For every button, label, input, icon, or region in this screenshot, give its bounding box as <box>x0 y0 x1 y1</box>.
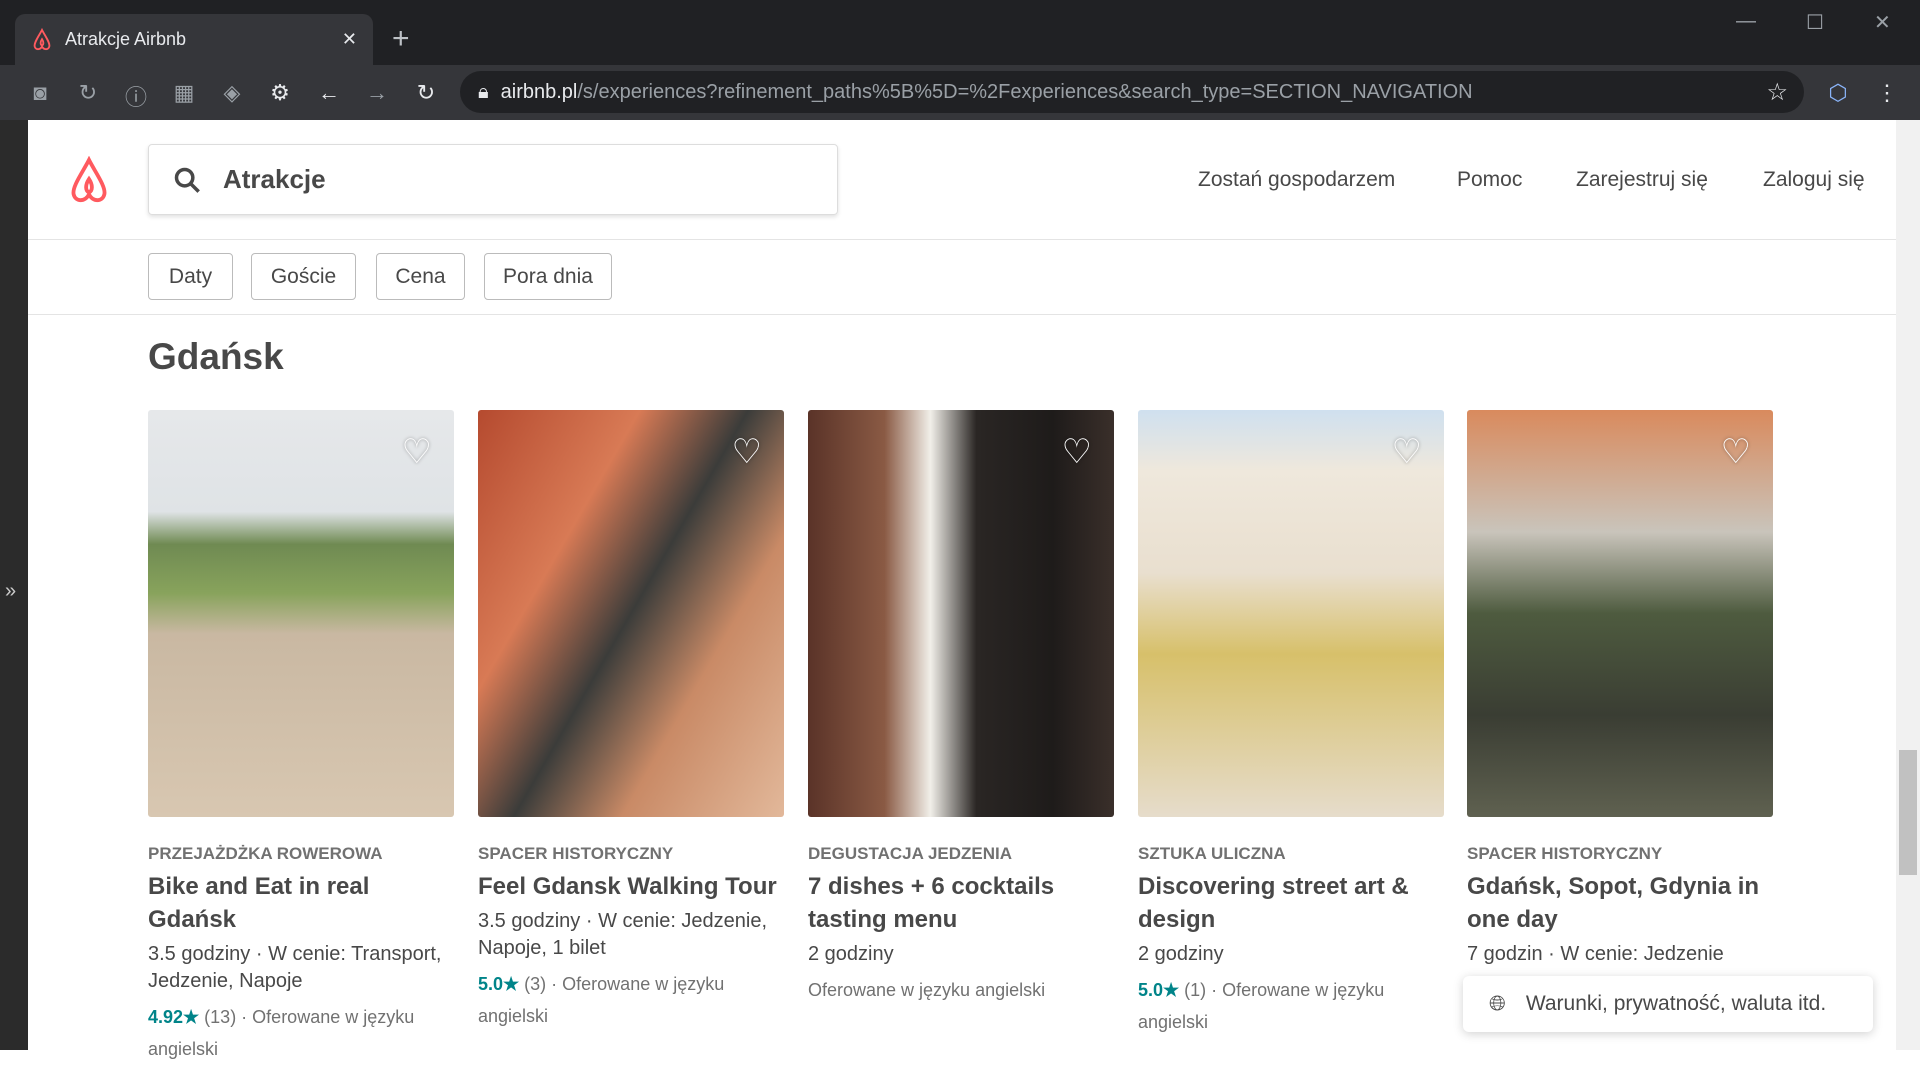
card-details: 3.5 godziny · W cenie: Jedzenie, Napoje,… <box>478 910 768 959</box>
globe-icon: 🌐︎ <box>1489 992 1506 1015</box>
bookmark-star-icon[interactable]: ☆ <box>1766 78 1788 107</box>
card-title[interactable]: Gdańsk, Sopot, Gdynia in one day <box>1467 870 1773 936</box>
card-details: 2 godziny <box>1138 943 1224 965</box>
scrollbar[interactable] <box>1896 120 1920 1050</box>
forward-icon[interactable]: → <box>364 80 390 106</box>
alert-icon[interactable]: ⓘ <box>123 80 149 112</box>
lock-icon: 🔒︎ <box>478 80 489 103</box>
card-category: SPACER HISTORYCZNY <box>478 844 674 863</box>
gear-icon[interactable]: ⚙ <box>267 80 293 106</box>
experience-card[interactable]: ♡ PRZEJAŻDŻKA ROWEROWA Bike and Eat in r… <box>148 410 454 1065</box>
search-input[interactable]: Atrakcje <box>148 144 838 215</box>
browser-tab[interactable]: Atrakcje Airbnb ✕ <box>15 14 373 65</box>
url-host: airbnb.pl <box>500 80 578 103</box>
card-category: SPACER HISTORYCZNY <box>1467 844 1663 863</box>
card-rating: 5.0★ <box>478 974 520 994</box>
back-icon[interactable]: ← <box>316 80 342 106</box>
close-tab-icon[interactable]: ✕ <box>342 29 357 50</box>
search-value: Atrakcje <box>223 164 326 194</box>
experience-photo[interactable]: ♡ <box>148 410 454 817</box>
card-rating-line: Oferowane w języku angielski <box>808 974 1114 1006</box>
maximize-icon[interactable]: ☐ <box>1806 10 1824 35</box>
experience-photo[interactable]: ♡ <box>478 410 784 817</box>
close-window-icon[interactable]: ✕ <box>1874 10 1891 35</box>
card-title[interactable]: Bike and Eat in real Gdańsk <box>148 870 454 936</box>
filter-price[interactable]: Cena <box>376 253 465 300</box>
card-title[interactable]: Feel Gdansk Walking Tour <box>478 870 784 903</box>
scrollbar-thumb[interactable] <box>1899 750 1917 875</box>
search-icon <box>174 167 200 193</box>
card-rating-line: 5.0★ (1) · Oferowane w języku angielski <box>1138 974 1444 1038</box>
heart-icon[interactable]: ♡ <box>1392 432 1422 472</box>
experience-photo[interactable]: ♡ <box>1138 410 1444 817</box>
airbnb-logo[interactable] <box>66 156 112 206</box>
nav-log-in[interactable]: Zaloguj się <box>1763 168 1865 192</box>
experience-card[interactable]: ♡ SZTUKA ULICZNA Discovering street art … <box>1138 410 1444 1038</box>
card-rating-line: 5.0★ (3) · Oferowane w języku angielski <box>478 968 784 1032</box>
nav-become-host[interactable]: Zostań gospodarzem <box>1198 168 1395 192</box>
minimize-icon[interactable]: — <box>1736 10 1756 33</box>
new-tab-button[interactable]: + <box>392 22 410 56</box>
card-rating: 4.92★ <box>148 1007 200 1027</box>
footer-settings-button[interactable]: 🌐︎ Warunki, prywatność, waluta itd. <box>1463 976 1873 1032</box>
code-icon[interactable]: ◈ <box>219 80 245 106</box>
url-path: /s/experiences?refinement_paths%5B%5D=%2… <box>577 80 1473 103</box>
section-title: Gdańsk <box>148 336 284 377</box>
experience-card[interactable]: ♡ DEGUSTACJA JEDZENIA 7 dishes + 6 cockt… <box>808 410 1114 1006</box>
card-details: 3.5 godziny · W cenie: Transport, Jedzen… <box>148 943 442 992</box>
card-details: 7 godzin · W cenie: Jedzenie <box>1467 943 1724 965</box>
card-rating: 5.0★ <box>1138 980 1180 1000</box>
card-category: PRZEJAŻDŻKA ROWEROWA <box>148 844 383 863</box>
heart-icon[interactable]: ♡ <box>1721 432 1751 472</box>
experience-photo[interactable]: ♡ <box>1467 410 1773 817</box>
nav-sign-up[interactable]: Zarejestruj się <box>1576 168 1708 192</box>
experience-photo[interactable]: ♡ <box>808 410 1114 817</box>
experience-card[interactable]: ♡ SPACER HISTORYCZNY Feel Gdansk Walking… <box>478 410 784 1032</box>
menu-icon[interactable]: ⋮ <box>1874 80 1900 106</box>
grid-icon[interactable]: ▦ <box>171 80 197 106</box>
card-title[interactable]: Discovering street art & design <box>1138 870 1444 936</box>
extension-icon[interactable]: ⬡ <box>1825 80 1851 106</box>
heart-icon[interactable]: ♡ <box>732 432 762 472</box>
card-category: SZTUKA ULICZNA <box>1138 844 1286 863</box>
card-details: 2 godziny <box>808 943 894 965</box>
airbnb-favicon-icon <box>33 27 51 50</box>
card-rating-line: 4.92★ (13) · Oferowane w języku angielsk… <box>148 1001 454 1065</box>
sync-icon[interactable]: ↻ <box>75 80 101 106</box>
filter-dates[interactable]: Daty <box>148 253 233 300</box>
tab-title: Atrakcje Airbnb <box>65 29 187 49</box>
reload-icon[interactable]: ↻ <box>413 80 439 106</box>
filter-guests[interactable]: Goście <box>251 253 356 300</box>
heart-icon[interactable]: ♡ <box>1062 432 1092 472</box>
side-panel: » <box>0 120 28 1050</box>
expand-icon[interactable]: » <box>5 580 16 603</box>
card-reviews: Oferowane w języku angielski <box>808 980 1046 1000</box>
filter-time-of-day[interactable]: Pora dnia <box>484 253 612 300</box>
card-title[interactable]: 7 dishes + 6 cocktails tasting menu <box>808 870 1114 936</box>
address-bar[interactable]: 🔒︎ airbnb.pl/s/experiences?refinement_pa… <box>460 71 1804 113</box>
camera-icon[interactable]: ◙ <box>27 80 53 106</box>
heart-icon[interactable]: ♡ <box>402 432 432 472</box>
nav-help[interactable]: Pomoc <box>1457 168 1522 192</box>
card-category: DEGUSTACJA JEDZENIA <box>808 844 1013 863</box>
footer-label: Warunki, prywatność, waluta itd. <box>1525 992 1827 1015</box>
experience-card[interactable]: ♡ SPACER HISTORYCZNY Gdańsk, Sopot, Gdyn… <box>1467 410 1773 974</box>
